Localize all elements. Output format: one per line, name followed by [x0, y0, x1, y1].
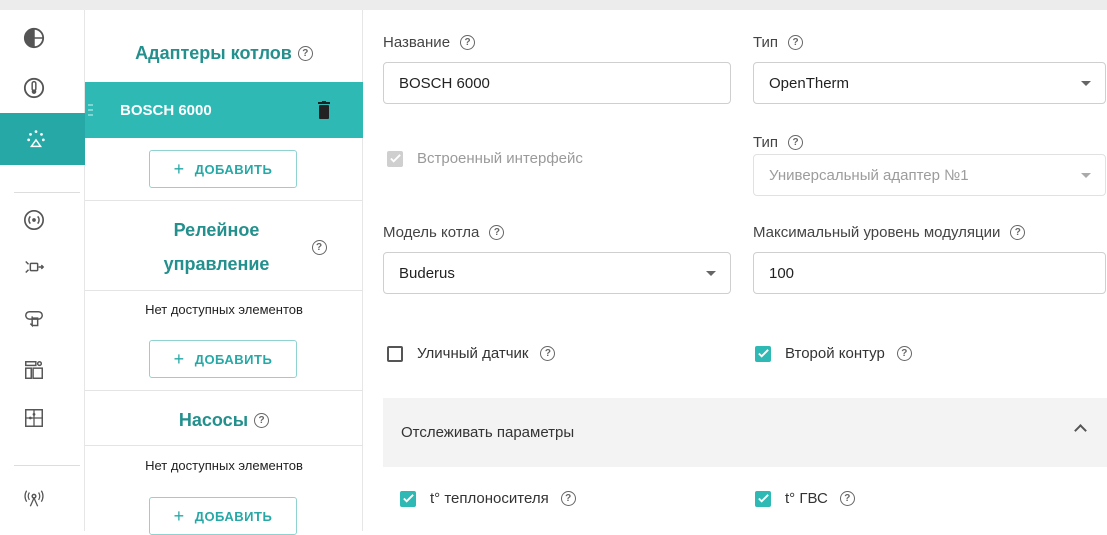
sensor-relay-icon[interactable]: [14, 247, 54, 287]
plus-icon: +: [173, 505, 185, 526]
chevron-down-icon: [706, 271, 716, 276]
add-adapter-button[interactable]: + ДОБАВИТЬ: [149, 150, 297, 188]
rail-divider: [14, 192, 80, 193]
pumps-empty-text: Нет доступных элементов: [145, 458, 303, 473]
checkbox-icon: [755, 490, 771, 507]
add-relay-button[interactable]: + ДОБАВИТЬ: [149, 340, 297, 378]
type-label: Тип?: [753, 34, 804, 51]
outdoor-sensor-checkbox[interactable]: Уличный датчик ?: [387, 345, 556, 362]
help-icon[interactable]: ?: [540, 346, 556, 361]
thermostat-globe-icon[interactable]: [14, 18, 54, 58]
help-icon[interactable]: ?: [788, 135, 804, 150]
relay-empty-text: Нет доступных элементов: [145, 302, 303, 317]
help-icon[interactable]: ?: [460, 35, 476, 50]
divider: [85, 200, 363, 201]
second-circuit-checkbox[interactable]: Второй контур ?: [755, 345, 912, 362]
adapter-item-label: BOSCH 6000: [120, 101, 212, 119]
top-bar: [0, 0, 1107, 10]
thermometer-icon[interactable]: [14, 68, 54, 108]
scenario-puzzle-icon[interactable]: [14, 398, 54, 438]
help-icon[interactable]: ?: [788, 35, 804, 50]
divider: [85, 445, 363, 446]
name-label: Название?: [383, 34, 476, 51]
add-relay-label: ДОБАВИТЬ: [194, 351, 273, 367]
heating-network-icon[interactable]: [0, 113, 85, 165]
adapter-type-select: Универсальный адаптер №1: [753, 154, 1106, 196]
coolant-temp-checkbox[interactable]: t° теплоносителя ?: [400, 490, 576, 507]
add-pump-label: ДОБАВИТЬ: [194, 508, 273, 524]
relay-title: Релейное управление: [163, 220, 270, 274]
add-adapter-label: ДОБАВИТЬ: [194, 161, 273, 177]
help-icon[interactable]: ?: [297, 45, 313, 61]
rail-divider: [14, 465, 80, 466]
help-icon[interactable]: ?: [254, 412, 270, 428]
drag-handle-icon[interactable]: [88, 104, 93, 116]
help-icon[interactable]: ?: [839, 491, 855, 506]
checkbox-icon: [387, 345, 403, 362]
trash-icon[interactable]: [317, 101, 331, 119]
icon-rail: [0, 10, 85, 531]
model-label: Модель котла?: [383, 224, 505, 241]
help-icon[interactable]: ?: [560, 491, 576, 506]
builtin-interface-checkbox[interactable]: Встроенный интерфейс: [387, 150, 583, 167]
chevron-down-icon: [1081, 173, 1091, 178]
pumps-title: Насосы: [178, 409, 249, 430]
checkbox-icon: [387, 150, 403, 167]
checkbox-icon: [400, 490, 416, 507]
track-params-header[interactable]: Отслеживать параметры: [383, 398, 1107, 467]
chevron-down-icon: [1081, 81, 1091, 86]
max-modulation-label: Максимальный уровень модуляции?: [753, 224, 1026, 241]
adapters-section-title: Адаптеры котлов ?: [85, 40, 363, 66]
adapter-item[interactable]: BOSCH 6000: [85, 82, 363, 138]
type2-label: Тип?: [753, 134, 804, 151]
divider: [85, 290, 363, 291]
dashboard-icon[interactable]: [14, 350, 54, 390]
signal-icon[interactable]: [14, 200, 54, 240]
radio-icon[interactable]: [14, 478, 54, 518]
chevron-up-icon[interactable]: [1074, 424, 1087, 437]
help-icon[interactable]: ?: [896, 346, 912, 361]
plus-icon: +: [173, 158, 185, 179]
touch-hand-icon[interactable]: [14, 300, 54, 340]
help-icon[interactable]: ?: [1010, 225, 1026, 240]
elements-panel: Адаптеры котлов ? BOSCH 6000 + ДОБАВИТЬ …: [85, 10, 363, 535]
pumps-section-title: Насосы ?: [85, 407, 363, 433]
plus-icon: +: [173, 348, 185, 369]
help-icon[interactable]: ?: [311, 239, 327, 255]
divider: [85, 390, 363, 391]
model-select[interactable]: Buderus: [383, 252, 731, 294]
checkbox-icon: [755, 345, 771, 362]
relay-section-title: Релейное управление ?: [85, 210, 363, 284]
max-modulation-input[interactable]: 100: [753, 252, 1106, 294]
add-pump-button[interactable]: + ДОБАВИТЬ: [149, 497, 297, 535]
help-icon[interactable]: ?: [489, 225, 505, 240]
type-select[interactable]: OpenTherm: [753, 62, 1106, 104]
dhw-temp-checkbox[interactable]: t° ГВС ?: [755, 490, 855, 507]
name-input[interactable]: BOSCH 6000: [383, 62, 731, 104]
adapters-title: Адаптеры котлов: [135, 42, 292, 63]
